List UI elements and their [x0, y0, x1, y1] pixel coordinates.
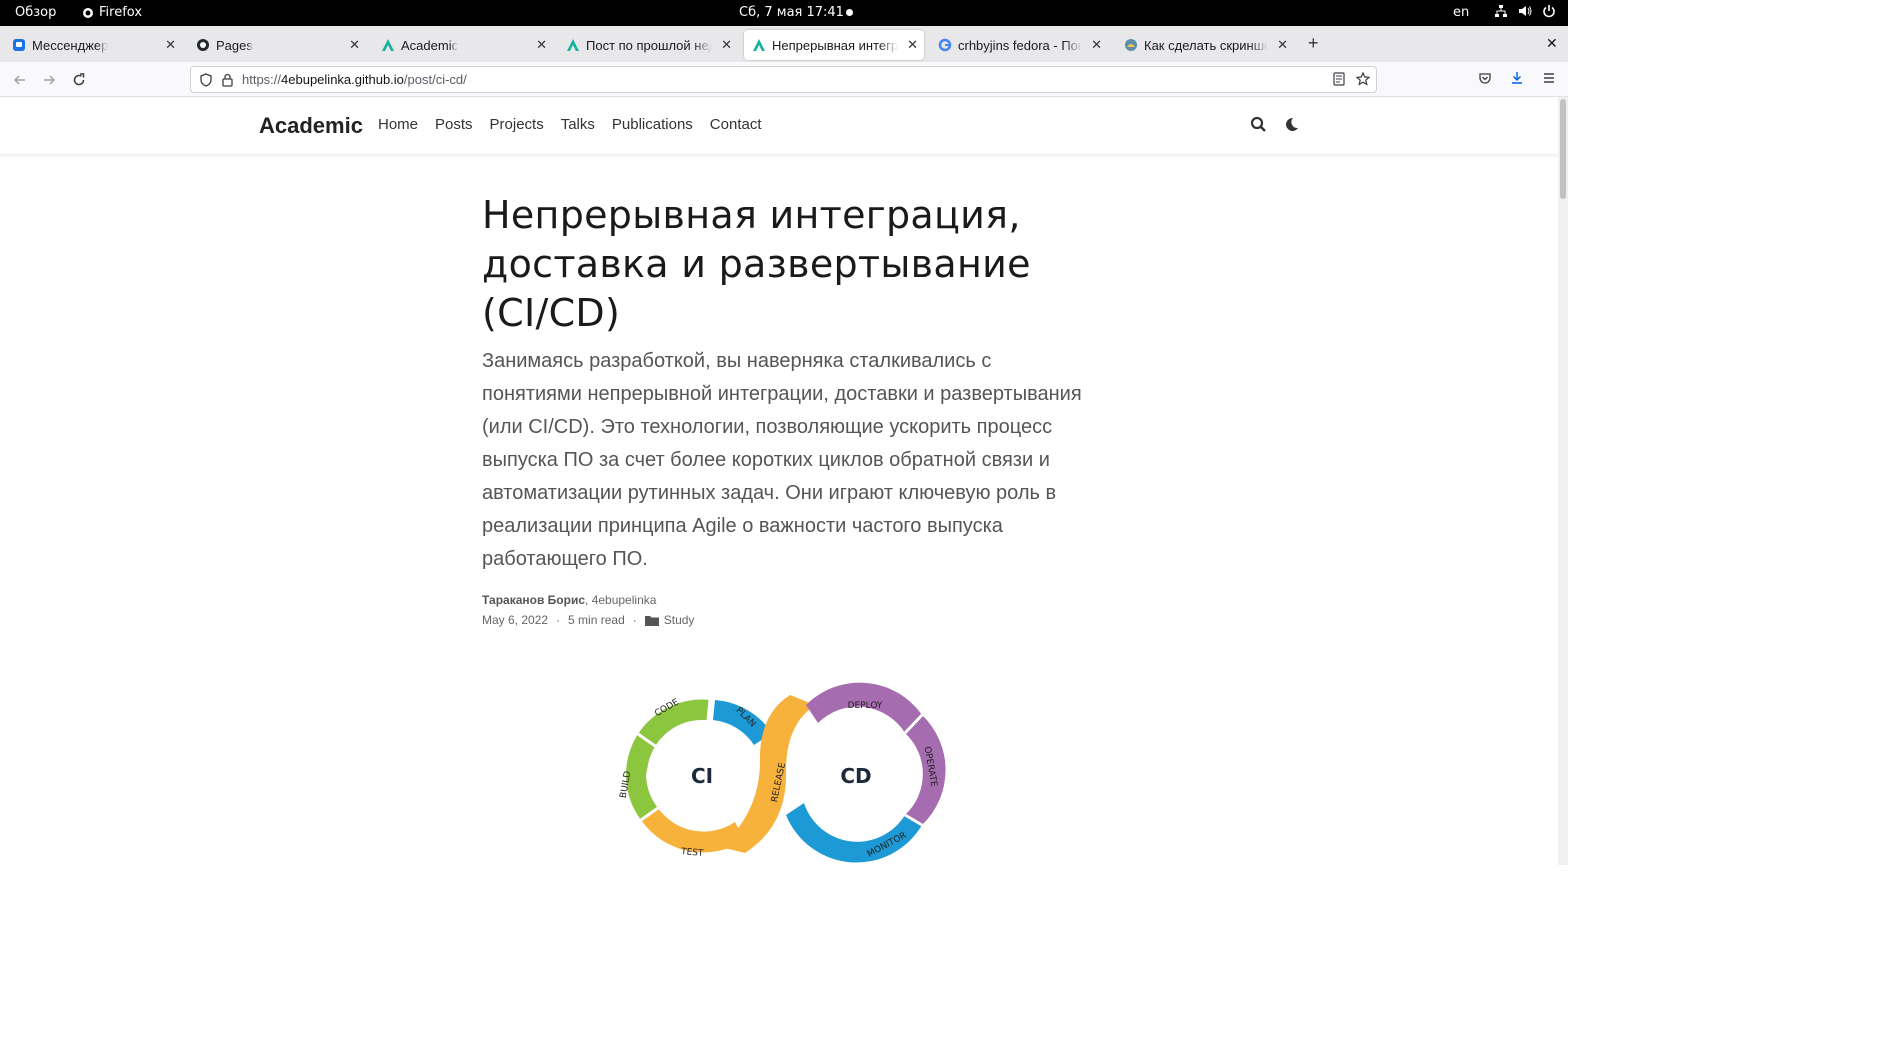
system-top-bar: Обзор Firefox Сб, 7 мая 17:41 en: [0, 0, 1568, 26]
google-icon: [938, 38, 952, 52]
tab-title: Пост по прошлой неделе: [586, 37, 712, 53]
author-alias[interactable]: 4ebupelinka: [592, 593, 657, 607]
url-host: 4ebupelinka.github.io: [281, 72, 404, 87]
menu-talks[interactable]: Talks: [561, 116, 595, 133]
activities-button[interactable]: Обзор: [15, 5, 56, 20]
author-name[interactable]: Тараканов Борис: [482, 593, 585, 607]
segment-operate: [905, 715, 946, 825]
tab-title: Pages: [216, 37, 253, 53]
github-icon: [196, 38, 210, 52]
article-summary: Занимаясь разработкой, вы наверняка стал…: [482, 350, 1082, 570]
page-scrollbar[interactable]: [1558, 97, 1568, 865]
notification-dot: [846, 9, 853, 16]
tab-title: Как сделать скриншот экрана: [1144, 37, 1268, 53]
reload-icon: [73, 73, 85, 86]
arrow-left-icon: [13, 75, 25, 85]
meta-separator: ·: [632, 613, 637, 627]
ci-label: CI: [691, 764, 713, 788]
menu-contact[interactable]: Contact: [710, 116, 762, 133]
tab-title: Academic: [401, 37, 459, 53]
downloads-icon[interactable]: [1510, 71, 1524, 85]
new-tab-button[interactable]: +: [1308, 33, 1319, 54]
menu-publications[interactable]: Publications: [612, 116, 693, 133]
tab-title: Мессенджер: [32, 37, 109, 53]
tab-academic[interactable]: Academic ✕: [373, 30, 553, 60]
firefox-icon: [83, 7, 93, 18]
site-navbar: Academic Home Posts Projects Talks Publi…: [0, 97, 1558, 155]
tracking-shield-icon[interactable]: [199, 73, 213, 87]
tab-title: crhbyjins fedora - Поиск в Google: [958, 37, 1082, 53]
close-tab-icon[interactable]: ✕: [1091, 37, 1102, 53]
web-page: Academic Home Posts Projects Talks Publi…: [0, 97, 1558, 865]
back-button[interactable]: [10, 70, 30, 90]
close-tab-icon[interactable]: ✕: [349, 37, 360, 53]
academic-icon: [381, 38, 395, 52]
url-text[interactable]: https://4ebupelinka.github.io/post/ci-cd…: [242, 72, 467, 87]
meta-separator: ·: [556, 613, 561, 627]
tab-messenger[interactable]: Мессенджер ✕: [4, 30, 182, 60]
tab-last-week-post[interactable]: Пост по прошлой неделе ✕: [558, 30, 738, 60]
academic-icon: [752, 38, 766, 52]
article-authors: Тараканов Борис, 4ebupelinka: [482, 593, 657, 607]
site-brand[interactable]: Academic: [259, 113, 363, 139]
app-name: Firefox: [99, 5, 143, 20]
app-menu[interactable]: Firefox: [82, 5, 142, 20]
clock[interactable]: Сб, 7 мая 17:41: [739, 5, 844, 20]
forward-button[interactable]: [39, 70, 59, 90]
reader-view-icon[interactable]: [1332, 72, 1346, 86]
article-title: Непрерывная интеграция, доставка и разве…: [482, 193, 1031, 335]
cd-label: CD: [840, 764, 871, 788]
close-window-button[interactable]: ✕: [1546, 35, 1558, 52]
close-tab-icon[interactable]: ✕: [907, 37, 918, 53]
hamburger-menu-icon[interactable]: [1542, 71, 1556, 85]
scrollbar-thumb[interactable]: [1560, 99, 1566, 199]
article-category[interactable]: Study: [664, 613, 695, 627]
tab-ci-cd[interactable]: Непрерывная интеграция ✕: [744, 30, 924, 60]
close-tab-icon[interactable]: ✕: [165, 37, 176, 53]
lock-icon[interactable]: [221, 73, 234, 87]
nav-toolbar: https://4ebupelinka.github.io/post/ci-cd…: [0, 62, 1568, 97]
tab-title: Непрерывная интеграция: [772, 37, 898, 53]
power-icon: [1543, 5, 1555, 18]
search-icon[interactable]: [1250, 116, 1267, 133]
close-tab-icon[interactable]: ✕: [536, 37, 547, 53]
url-path: /post/ci-cd/: [403, 72, 467, 87]
article-date: May 6, 2022: [482, 613, 549, 627]
close-tab-icon[interactable]: ✕: [1277, 37, 1288, 53]
bookmark-star-icon[interactable]: [1356, 72, 1370, 86]
reload-button[interactable]: [69, 70, 89, 90]
network-icon: [1495, 5, 1507, 17]
page-icon: [1124, 38, 1138, 52]
read-time: 5 min read: [568, 613, 625, 627]
pocket-icon[interactable]: [1478, 71, 1492, 85]
system-status-area[interactable]: [1494, 4, 1556, 18]
messenger-icon: [12, 38, 26, 52]
folder-icon: [644, 615, 659, 626]
menu-projects[interactable]: Projects: [490, 116, 544, 133]
arrow-right-icon: [44, 75, 56, 85]
article-meta: May 6, 2022 · 5 min read · Study: [482, 613, 694, 627]
tab-screenshot-howto[interactable]: Как сделать скриншот экрана ✕: [1116, 30, 1294, 60]
menu-posts[interactable]: Posts: [435, 116, 473, 133]
site-menu: Home Posts Projects Talks Publications C…: [378, 116, 779, 133]
dark-mode-moon-icon[interactable]: [1283, 116, 1300, 133]
tab-pages[interactable]: Pages ✕: [188, 30, 366, 60]
menu-home[interactable]: Home: [378, 116, 418, 133]
label-test: TEST: [680, 847, 705, 859]
url-prefix: https://: [242, 72, 282, 87]
address-bar[interactable]: https://4ebupelinka.github.io/post/ci-cd…: [190, 66, 1377, 93]
tab-google-search[interactable]: crhbyjins fedora - Поиск в Google ✕: [930, 30, 1108, 60]
keyboard-layout[interactable]: en: [1453, 5, 1469, 20]
tab-strip: Мессенджер ✕ Pages ✕ Academic ✕ Пост по …: [0, 26, 1568, 62]
label-deploy: DEPLOY: [848, 701, 883, 711]
ci-cd-diagram: CI CD CODE PLAN BUILD TEST RELEASE DEPLO…: [619, 682, 946, 863]
academic-icon: [566, 38, 580, 52]
volume-icon: [1519, 6, 1532, 16]
close-tab-icon[interactable]: ✕: [721, 37, 732, 53]
